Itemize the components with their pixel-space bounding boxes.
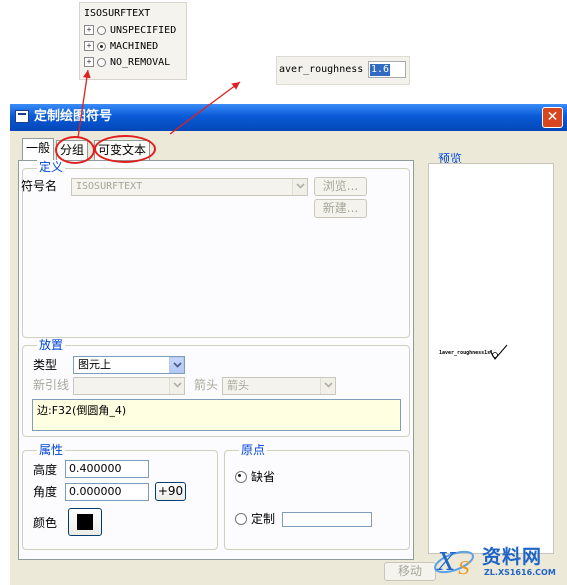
annotation-arrows [77, 69, 241, 139]
preview-canvas: 1aver_roughness1sl [428, 163, 554, 554]
rotate-90-button[interactable]: +90 [155, 482, 186, 501]
leader-label: 新引线 [33, 378, 70, 392]
color-button[interactable] [68, 508, 102, 536]
chevron-down-icon[interactable] [169, 357, 184, 373]
color-swatch [77, 514, 93, 530]
height-label: 高度 [33, 463, 58, 477]
chevron-down-icon[interactable] [169, 378, 184, 394]
origin-default-label: 缺省 [251, 470, 276, 484]
arrow-value: 箭头 [227, 379, 249, 392]
angle-input[interactable]: 0.000000 [65, 483, 149, 501]
watermark-brand: 资料网 [482, 546, 543, 568]
chevron-down-icon[interactable] [320, 378, 335, 394]
origin-custom-label: 定制 [251, 512, 276, 526]
reference-text-box[interactable]: 边:F32(倒圆角_4) [32, 399, 401, 431]
reference-text: 边:F32(倒圆角_4) [37, 404, 127, 417]
arrow-to-tree [77, 69, 91, 139]
type-label: 类型 [33, 358, 58, 372]
height-input[interactable]: 0.400000 [65, 460, 149, 478]
arrow-select[interactable]: 箭头 [222, 377, 336, 395]
arrow-label: 箭头 [194, 378, 219, 392]
origin-group [224, 450, 410, 550]
radio-icon[interactable] [235, 513, 247, 525]
preview-symbol-text: 1aver_roughness1sl [439, 350, 494, 356]
type-select[interactable]: 图元上 [73, 356, 185, 374]
roughness-symbol-icon [489, 344, 508, 360]
origin-default-radio[interactable]: 缺省 [235, 469, 275, 485]
origin-custom-input[interactable] [282, 512, 372, 527]
properties-legend: 属性 [37, 443, 66, 457]
leader-select[interactable] [73, 377, 185, 395]
origin-legend: 原点 [239, 443, 268, 457]
watermark-logo: X S 资料网 ZL.XS1616.COM [432, 538, 567, 585]
origin-custom-radio[interactable]: 定制 [235, 511, 275, 527]
svg-text:X: X [436, 548, 456, 576]
new-button[interactable]: 新建... [314, 199, 367, 218]
radio-selected-icon[interactable] [235, 471, 247, 483]
arrow-to-param [169, 81, 241, 135]
svg-text:S: S [458, 558, 470, 579]
angle-label: 角度 [33, 485, 58, 499]
placement-legend: 放置 [37, 338, 66, 352]
type-value: 图元上 [78, 358, 111, 371]
watermark-url: ZL.XS1616.COM [484, 568, 556, 577]
watermark-xs-icon: X S [434, 548, 474, 579]
color-label: 颜色 [33, 516, 58, 530]
move-button[interactable]: 移动 [384, 562, 436, 581]
